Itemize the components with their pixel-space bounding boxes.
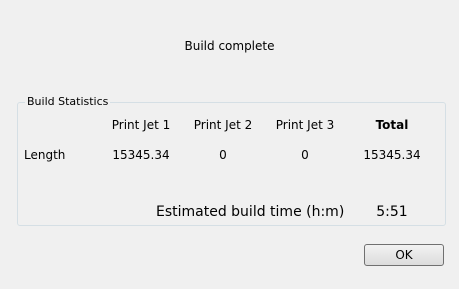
length-print-jet-3: 0 <box>301 148 309 162</box>
column-header-print-jet-2: Print Jet 2 <box>193 118 253 132</box>
column-header-print-jet-3: Print Jet 3 <box>275 118 335 132</box>
dialog-heading: Build complete <box>184 39 275 53</box>
length-label: Length <box>24 148 66 162</box>
header-row: Print Jet 1 Print Jet 2 Print Jet 3 Tota… <box>24 118 434 140</box>
build-statistics-table: Print Jet 1 Print Jet 2 Print Jet 3 Tota… <box>24 118 434 170</box>
ok-button[interactable]: OK <box>364 244 444 266</box>
length-total: 15345.34 <box>363 148 421 162</box>
column-header-total: Total <box>375 118 409 132</box>
length-print-jet-2: 0 <box>219 148 227 162</box>
column-header-print-jet-1: Print Jet 1 <box>111 118 171 132</box>
build-complete-dialog: Build complete Build Statistics Print Je… <box>0 0 459 289</box>
estimated-build-time-label: Estimated build time (h:m) <box>156 204 345 220</box>
estimated-build-time-value: 5:51 <box>376 204 408 220</box>
length-print-jet-1: 15345.34 <box>112 148 170 162</box>
length-row: Length 15345.34 0 0 15345.34 <box>24 148 434 170</box>
build-statistics-title: Build Statistics <box>25 95 111 108</box>
